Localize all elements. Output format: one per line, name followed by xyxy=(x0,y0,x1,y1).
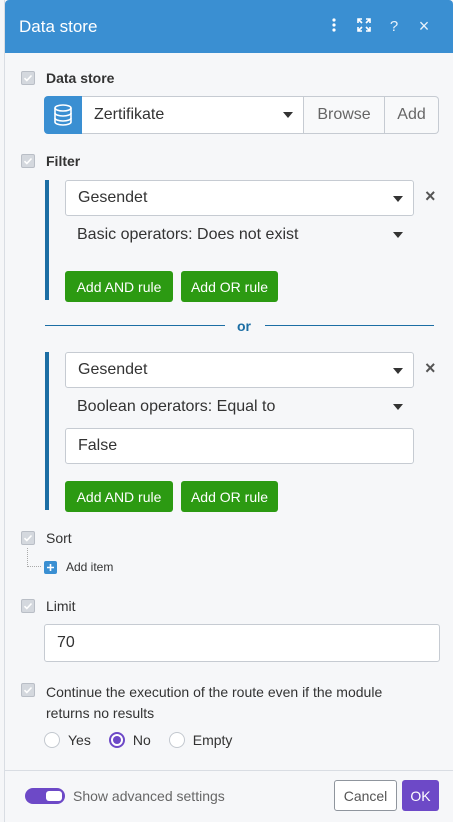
chevron-down-icon xyxy=(283,112,293,118)
database-icon xyxy=(44,96,82,134)
sort-label: Sort xyxy=(46,530,72,546)
advanced-settings-toggle[interactable] xyxy=(25,788,65,804)
data-store-value: Zertifikate xyxy=(94,106,165,123)
remove-rule-icon[interactable]: × xyxy=(425,358,436,379)
expand-icon[interactable] xyxy=(349,17,379,36)
radio-yes[interactable] xyxy=(44,732,60,748)
filter-field-value: Gesendet xyxy=(78,189,148,206)
plus-icon xyxy=(44,560,57,574)
radio-yes-label: Yes xyxy=(68,732,91,748)
add-or-rule-button[interactable]: Add OR rule xyxy=(181,481,278,512)
filter-operator-select[interactable]: Basic operators: Does not exist xyxy=(77,226,298,244)
limit-input[interactable]: 70 xyxy=(44,624,440,662)
limit-section: Limit xyxy=(21,598,76,614)
continue-section: Continue the execution of the route even… xyxy=(21,682,382,724)
advanced-settings-label: Show advanced settings xyxy=(73,788,225,804)
cancel-button[interactable]: Cancel xyxy=(334,780,397,811)
filter-section: Filter xyxy=(21,153,80,169)
close-icon[interactable]: × xyxy=(409,16,439,37)
tree-connector xyxy=(27,548,41,567)
more-vertical-icon[interactable] xyxy=(319,17,349,36)
add-item-label: Add item xyxy=(66,560,114,574)
browse-button[interactable]: Browse xyxy=(304,96,385,134)
chevron-down-icon xyxy=(393,368,403,374)
add-and-rule-button[interactable]: Add AND rule xyxy=(65,271,173,302)
filter-group xyxy=(45,352,49,510)
chevron-down-icon xyxy=(393,232,403,238)
add-or-rule-button[interactable]: Add OR rule xyxy=(181,271,278,302)
help-icon[interactable]: ? xyxy=(379,18,409,35)
continue-label-line-1: Continue the execution of the route even… xyxy=(46,684,383,700)
filter-field-value: Gesendet xyxy=(78,361,148,378)
collapse-checkbox[interactable] xyxy=(21,154,35,168)
radio-empty-label: Empty xyxy=(192,732,233,748)
filter-operator-select[interactable]: Boolean operators: Equal to xyxy=(77,398,275,416)
collapse-checkbox[interactable] xyxy=(21,71,35,85)
filter-value: False xyxy=(78,437,118,454)
dialog-header: Data store ? × xyxy=(5,0,453,53)
add-data-store-button[interactable]: Add xyxy=(385,96,439,134)
continue-label-line-2: returns no results xyxy=(46,705,155,721)
filter-label: Filter xyxy=(46,153,81,169)
or-divider xyxy=(45,325,225,326)
or-divider xyxy=(265,325,434,326)
data-store-section: Data store xyxy=(21,70,114,86)
data-store-picker: Zertifikate Browse Add xyxy=(44,96,439,134)
dialog-title: Data store xyxy=(19,16,98,36)
filter-field-select[interactable]: Gesendet xyxy=(65,180,414,216)
limit-label: Limit xyxy=(46,598,76,614)
filter-group xyxy=(45,180,49,300)
radio-no[interactable] xyxy=(108,732,125,748)
data-store-select[interactable]: Zertifikate xyxy=(82,96,304,134)
filter-value-input[interactable]: False xyxy=(65,428,414,464)
module-settings-dialog: Data store ? × Data store Zertifikate Br… xyxy=(4,0,453,822)
filter-field-select[interactable]: Gesendet xyxy=(65,352,414,388)
sort-section: Sort xyxy=(21,530,72,546)
add-sort-item[interactable]: Add item xyxy=(44,560,113,574)
collapse-checkbox[interactable] xyxy=(21,683,35,697)
continue-radio-group: Yes No Empty xyxy=(44,732,250,748)
radio-empty[interactable] xyxy=(168,732,185,748)
ok-button[interactable]: OK xyxy=(402,780,439,811)
radio-no-label: No xyxy=(132,732,151,748)
or-label: or xyxy=(237,318,251,334)
limit-value: 70 xyxy=(57,634,75,651)
data-store-label: Data store xyxy=(46,70,115,86)
remove-rule-icon[interactable]: × xyxy=(425,186,436,207)
chevron-down-icon xyxy=(393,196,403,202)
chevron-down-icon xyxy=(393,404,403,410)
collapse-checkbox[interactable] xyxy=(21,531,35,545)
collapse-checkbox[interactable] xyxy=(21,599,35,613)
dialog-footer: Show advanced settings Cancel OK xyxy=(5,770,453,822)
add-and-rule-button[interactable]: Add AND rule xyxy=(65,481,173,512)
